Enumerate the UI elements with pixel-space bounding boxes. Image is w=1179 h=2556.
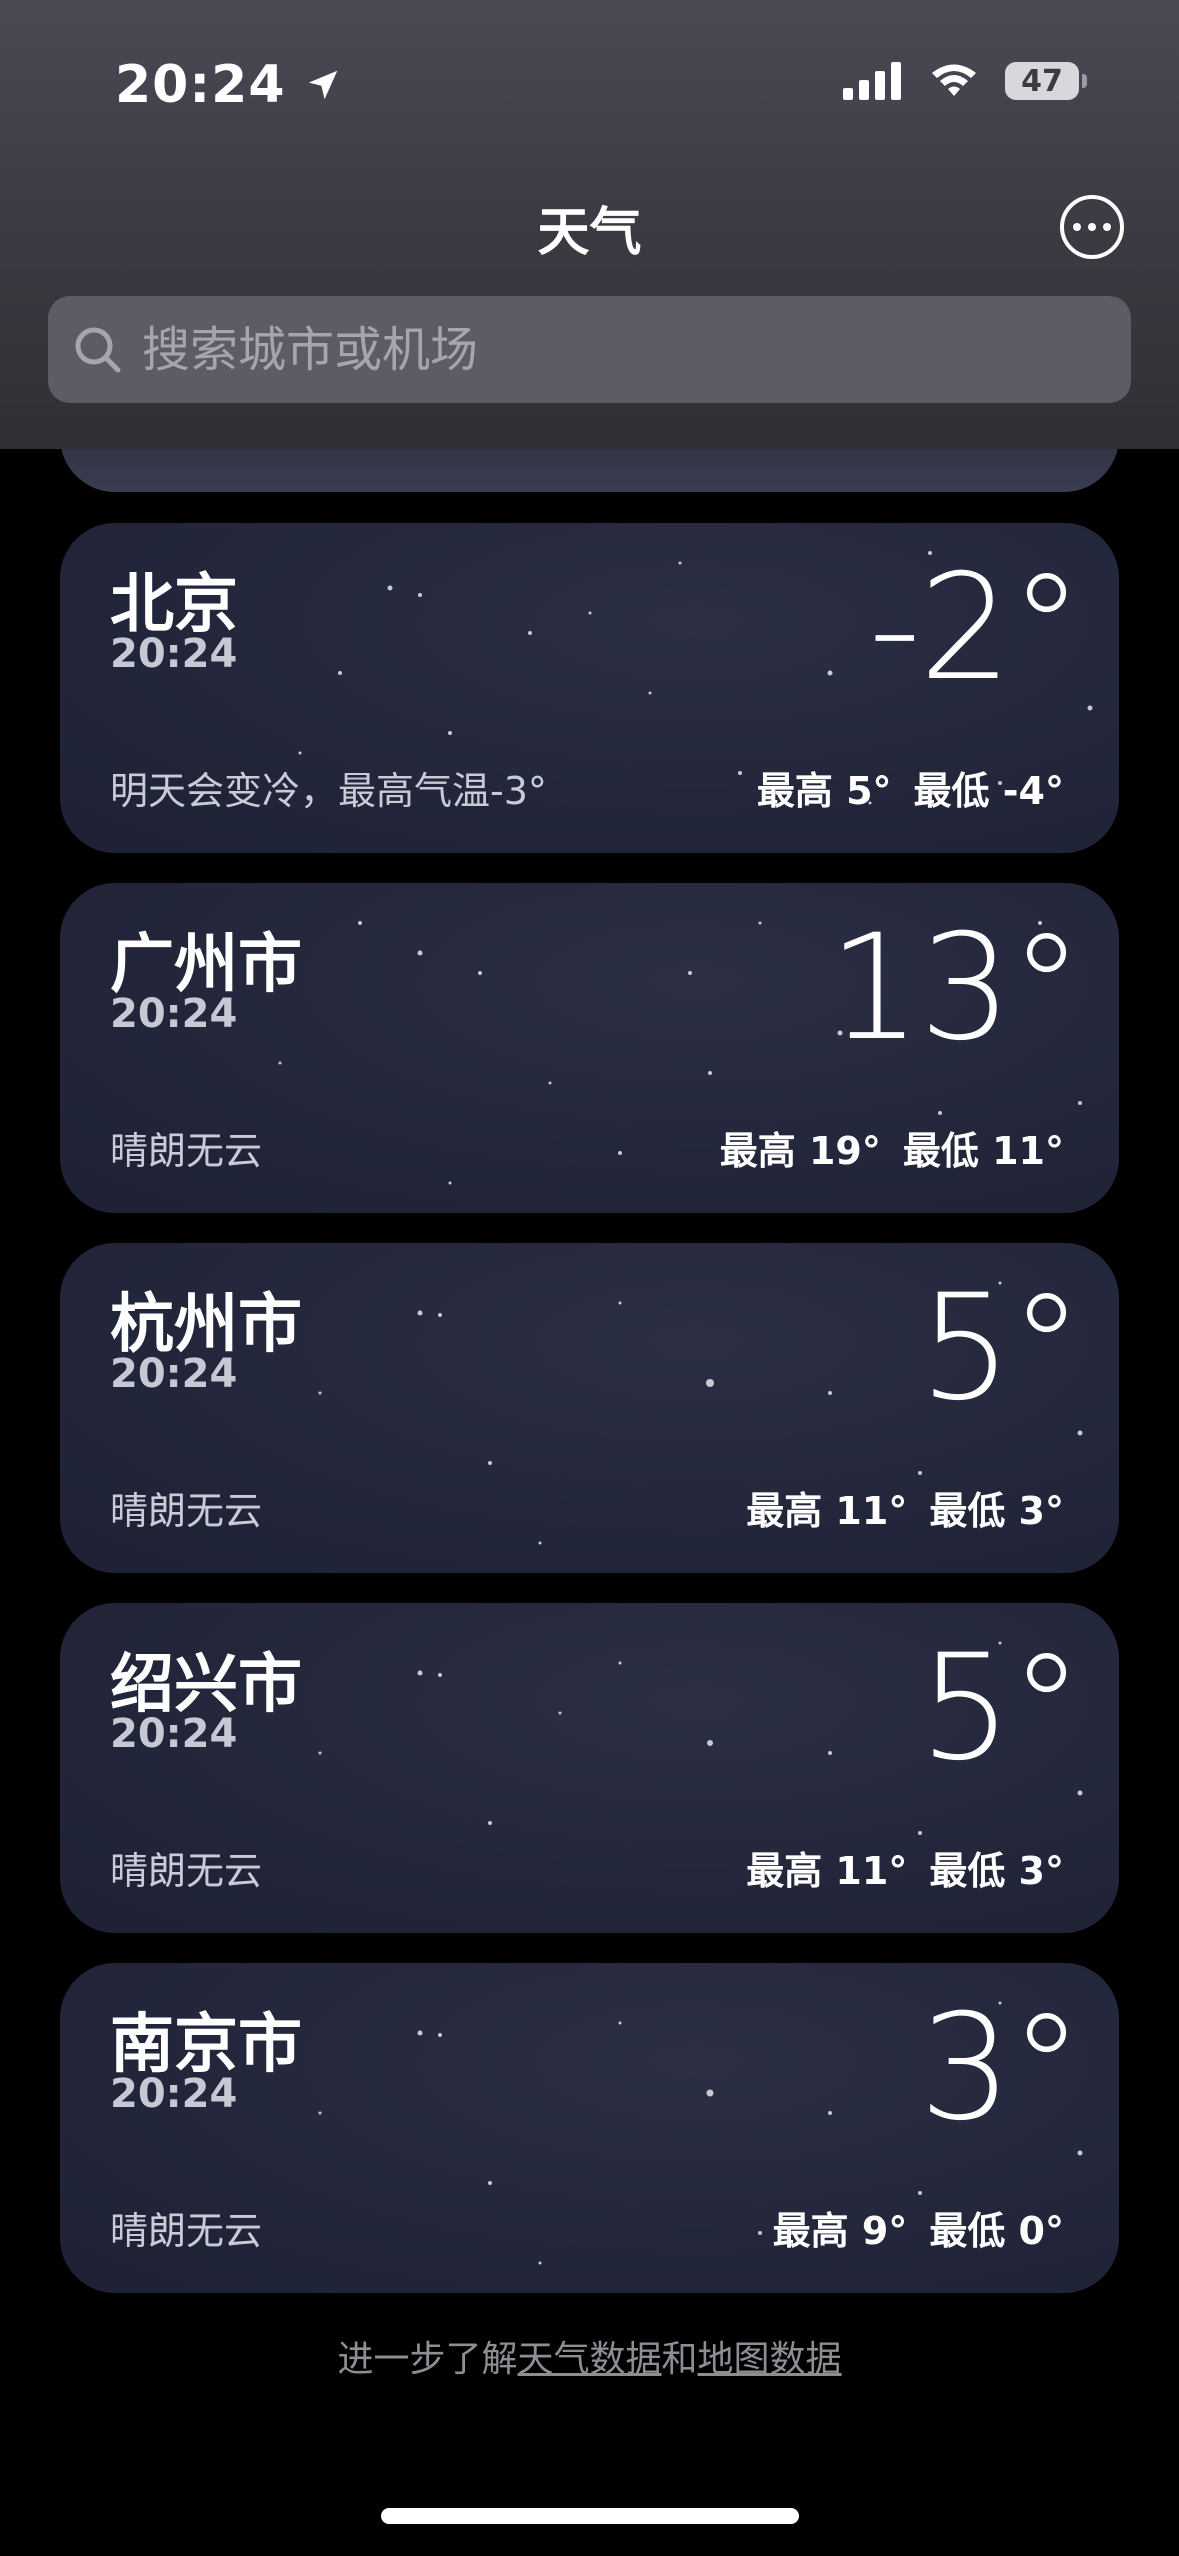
search-input[interactable] [140, 320, 1094, 379]
low-temp: 最低 3° [929, 1849, 1064, 1893]
battery-level: 47 [1021, 63, 1063, 99]
cellular-signal-icon [843, 62, 901, 100]
dot [1103, 223, 1111, 231]
city-card-hangzhou[interactable]: 杭州市 20:24 5° 晴朗无云 最高 11° 最低 3° [60, 1243, 1119, 1573]
low-temp: 最低 11° [902, 1129, 1064, 1173]
city-time: 20:24 [110, 991, 238, 1037]
city-time: 20:24 [110, 1351, 238, 1397]
dot [1088, 223, 1096, 231]
condition-text: 晴朗无云 [110, 1489, 263, 1533]
current-temperature: 5° [919, 1623, 1083, 1793]
high-temp: 最高 5° [756, 769, 892, 813]
search-icon [75, 327, 121, 372]
more-options-button[interactable] [1060, 195, 1124, 259]
city-card-shaoxing[interactable]: 绍兴市 20:24 5° 晴朗无云 最高 11° 最低 3° [60, 1603, 1119, 1933]
condition-text: 晴朗无云 [110, 1129, 263, 1173]
footer-text: 进一步了解天气数据和地图数据 [0, 2330, 1179, 2382]
city-time: 20:24 [110, 2071, 238, 2117]
city-time: 20:24 [110, 631, 238, 677]
high-temp: 最高 9° [772, 2209, 908, 2253]
high-low: 最高 5° 最低 -4° [757, 760, 1064, 815]
dot [1073, 223, 1081, 231]
battery-icon: 47 [1005, 62, 1087, 100]
current-temperature: 13° [828, 903, 1083, 1073]
search-bar[interactable] [48, 296, 1131, 403]
high-temp: 最高 11° [746, 1489, 908, 1533]
map-data-link[interactable]: 地图数据 [698, 2339, 842, 2380]
condition-text: 晴朗无云 [110, 2209, 263, 2253]
home-indicator[interactable] [381, 2508, 799, 2524]
status-icons: 47 [843, 62, 1087, 100]
city-time: 20:24 [110, 1711, 238, 1757]
weather-data-link[interactable]: 天气数据 [517, 2339, 661, 2380]
status-time-text: 20:24 [115, 55, 286, 115]
header: 20:24 47 天气 [0, 0, 1179, 449]
current-temperature: 3° [919, 1983, 1083, 2153]
high-low: 最高 11° 最低 3° [746, 1840, 1064, 1895]
condition-text: 明天会变冷，最高气温-3° [110, 769, 547, 813]
status-time: 20:24 [115, 55, 342, 115]
low-temp: 最低 3° [929, 1489, 1064, 1533]
low-temp: 最低 -4° [913, 769, 1064, 813]
condition-text: 晴朗无云 [110, 1849, 263, 1893]
high-low: 最高 19° 最低 11° [720, 1120, 1064, 1175]
page-title: 天气 [537, 203, 642, 263]
high-temp: 最高 11° [746, 1849, 908, 1893]
footer-prefix: 进一步了解 [337, 2339, 518, 2380]
low-temp: 最低 0° [929, 2209, 1064, 2253]
city-card-guangzhou[interactable]: 广州市 20:24 13° 晴朗无云 最高 19° 最低 11° [60, 883, 1119, 1213]
current-temperature: -2° [868, 543, 1083, 713]
wifi-icon [932, 64, 976, 96]
footer-middle: 和 [661, 2339, 698, 2380]
current-temperature: 5° [919, 1263, 1083, 1433]
location-arrow-icon [308, 70, 337, 100]
high-temp: 最高 19° [719, 1129, 881, 1173]
city-card-beijing[interactable]: 北京 20:24 -2° 明天会变冷，最高气温-3° 最高 5° 最低 -4° [60, 523, 1119, 853]
high-low: 最高 9° 最低 0° [773, 2200, 1064, 2255]
high-low: 最高 11° 最低 3° [746, 1480, 1064, 1535]
city-card-nanjing[interactable]: 南京市 20:24 3° 晴朗无云 最高 9° 最低 0° [60, 1963, 1119, 2293]
